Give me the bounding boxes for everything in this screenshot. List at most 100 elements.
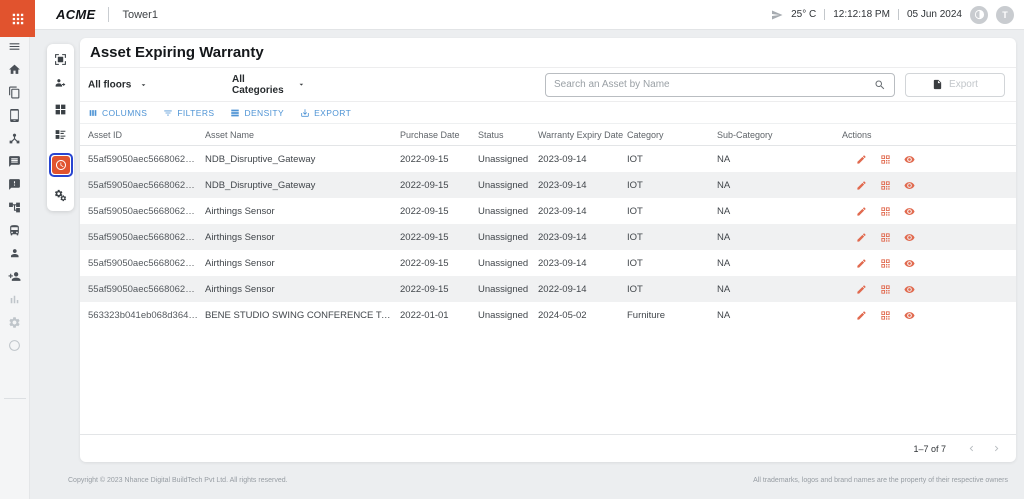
columns-button[interactable]: COLUMNS bbox=[88, 108, 147, 118]
edit-icon[interactable] bbox=[856, 154, 867, 165]
categories-select[interactable]: All Categories bbox=[232, 74, 306, 96]
view-icon[interactable] bbox=[904, 310, 915, 321]
sidebar-item-home[interactable] bbox=[8, 63, 21, 76]
qr-code-icon[interactable] bbox=[880, 284, 891, 295]
density-button[interactable]: DENSITY bbox=[230, 108, 284, 118]
edit-icon[interactable] bbox=[856, 206, 867, 217]
column-header-category[interactable]: Category bbox=[627, 130, 717, 140]
sidebar-item-user-roles[interactable] bbox=[8, 270, 21, 283]
cell-actions bbox=[842, 206, 1016, 217]
table-row[interactable]: 55af59050aec5668062181a0 Airthings Senso… bbox=[80, 224, 1016, 250]
grid-export-button[interactable]: EXPORT bbox=[300, 108, 351, 118]
download-icon bbox=[300, 108, 310, 118]
cell-actions bbox=[842, 180, 1016, 191]
sidebar-item-spaces[interactable] bbox=[8, 86, 21, 99]
sidebar bbox=[0, 30, 30, 499]
table-row[interactable]: 55af59050aec5668062181a4 Airthings Senso… bbox=[80, 198, 1016, 224]
column-header-asset-id[interactable]: Asset ID bbox=[88, 130, 205, 140]
edit-icon[interactable] bbox=[856, 284, 867, 295]
cell-warranty-expiry-date: 2023-09-14 bbox=[538, 206, 627, 217]
cell-asset-id: 55af59050aec5668062181a0 bbox=[88, 232, 205, 243]
table-header-row: Asset ID Asset Name Purchase Date Status… bbox=[80, 124, 1016, 146]
view-icon[interactable] bbox=[904, 180, 915, 191]
trademark-text: All trademarks, logos and brand names ar… bbox=[753, 477, 1008, 484]
view-icon[interactable] bbox=[904, 206, 915, 217]
subsidebar-item-asset-scan[interactable] bbox=[54, 53, 67, 66]
search-icon[interactable] bbox=[874, 79, 886, 91]
table-row[interactable]: 55af59050aec566806218183 NDB_Disruptive_… bbox=[80, 146, 1016, 172]
cell-category: IOT bbox=[627, 206, 717, 217]
cell-actions bbox=[842, 232, 1016, 243]
qr-code-icon[interactable] bbox=[880, 180, 891, 191]
grid-export-button-label: EXPORT bbox=[314, 108, 351, 118]
theme-toggle-button[interactable] bbox=[970, 6, 988, 24]
cell-purchase-date: 2022-09-15 bbox=[400, 154, 478, 165]
cell-asset-name: NDB_Disruptive_Gateway bbox=[205, 180, 400, 191]
sidebar-item-transport[interactable] bbox=[8, 224, 21, 237]
table-row[interactable]: 55af59050aec56680621819c Airthings Senso… bbox=[80, 276, 1016, 302]
export-button[interactable]: Export bbox=[905, 73, 1005, 97]
sidebar-item-feedback[interactable] bbox=[8, 178, 21, 191]
subsidebar-item-asset-inventory[interactable] bbox=[54, 128, 67, 141]
user-avatar[interactable]: T bbox=[996, 6, 1014, 24]
column-header-warranty-expiry-date[interactable]: Warranty Expiry Date bbox=[538, 130, 627, 140]
topbar-separator bbox=[898, 9, 899, 20]
column-header-status[interactable]: Status bbox=[478, 130, 538, 140]
view-icon[interactable] bbox=[904, 258, 915, 269]
qr-code-icon[interactable] bbox=[880, 310, 891, 321]
sidebar-item-integrations[interactable] bbox=[8, 132, 21, 145]
table-row[interactable]: 563323b041eb068d36430c61 BENE STUDIO SWI… bbox=[80, 302, 1016, 328]
floors-select[interactable]: All floors bbox=[88, 79, 148, 90]
sidebar-item-messages[interactable] bbox=[8, 155, 21, 168]
filters-button[interactable]: FILTERS bbox=[163, 108, 214, 118]
next-page-icon[interactable] bbox=[991, 443, 1002, 454]
site-name: Tower1 bbox=[122, 9, 157, 21]
title-row: Asset Expiring Warranty bbox=[80, 38, 1016, 68]
edit-icon[interactable] bbox=[856, 232, 867, 243]
subsidebar-item-asset-grid[interactable] bbox=[54, 103, 67, 116]
column-header-asset-name[interactable]: Asset Name bbox=[205, 130, 400, 140]
chevron-down-icon bbox=[297, 80, 306, 89]
column-header-sub-category[interactable]: Sub-Category bbox=[717, 130, 842, 140]
column-header-purchase-date[interactable]: Purchase Date bbox=[400, 130, 478, 140]
sidebar-item-devices[interactable] bbox=[8, 109, 21, 122]
sidebar-item-workflows[interactable] bbox=[8, 201, 21, 214]
subsidebar-item-warranty-expiry[interactable] bbox=[49, 153, 73, 177]
table-row[interactable]: 55af59050aec5668062181a1 Airthings Senso… bbox=[80, 250, 1016, 276]
qr-code-icon[interactable] bbox=[880, 154, 891, 165]
transport-icon bbox=[8, 224, 21, 237]
asset-maintenance-icon bbox=[54, 189, 67, 202]
cell-purchase-date: 2022-01-01 bbox=[400, 310, 478, 321]
subsidebar-item-asset-assign[interactable] bbox=[54, 78, 67, 91]
chevron-down-icon bbox=[139, 80, 148, 89]
edit-icon[interactable] bbox=[856, 180, 867, 191]
edit-icon[interactable] bbox=[856, 310, 867, 321]
sidebar-item-reports bbox=[8, 293, 21, 306]
view-icon[interactable] bbox=[904, 154, 915, 165]
subsidebar-item-asset-maintenance[interactable] bbox=[54, 189, 67, 202]
cell-sub-category: NA bbox=[717, 154, 842, 165]
table-row[interactable]: 55af59050aec566806218199 NDB_Disruptive_… bbox=[80, 172, 1016, 198]
floors-select-value: All floors bbox=[88, 79, 131, 90]
app-launcher-button[interactable] bbox=[0, 0, 35, 37]
view-icon[interactable] bbox=[904, 232, 915, 243]
support-icon bbox=[8, 339, 21, 352]
pagination-range-label: 1–7 of 7 bbox=[913, 444, 946, 454]
qr-code-icon[interactable] bbox=[880, 206, 891, 217]
sidebar-item-menu[interactable] bbox=[8, 40, 21, 53]
export-button-label: Export bbox=[949, 79, 978, 90]
sidebar-item-user-access[interactable] bbox=[8, 247, 21, 260]
cell-purchase-date: 2022-09-15 bbox=[400, 284, 478, 295]
density-icon bbox=[230, 108, 240, 118]
search-input[interactable] bbox=[546, 79, 874, 90]
column-header-actions[interactable]: Actions bbox=[842, 130, 1016, 140]
qr-code-icon[interactable] bbox=[880, 232, 891, 243]
main-panel: Asset Expiring Warranty All floors All C… bbox=[80, 38, 1016, 462]
cell-actions bbox=[842, 310, 1016, 321]
edit-icon[interactable] bbox=[856, 258, 867, 269]
qr-code-icon[interactable] bbox=[880, 258, 891, 269]
previous-page-icon[interactable] bbox=[966, 443, 977, 454]
view-icon[interactable] bbox=[904, 284, 915, 295]
cell-category: IOT bbox=[627, 180, 717, 191]
cell-warranty-expiry-date: 2024-05-02 bbox=[538, 310, 627, 321]
